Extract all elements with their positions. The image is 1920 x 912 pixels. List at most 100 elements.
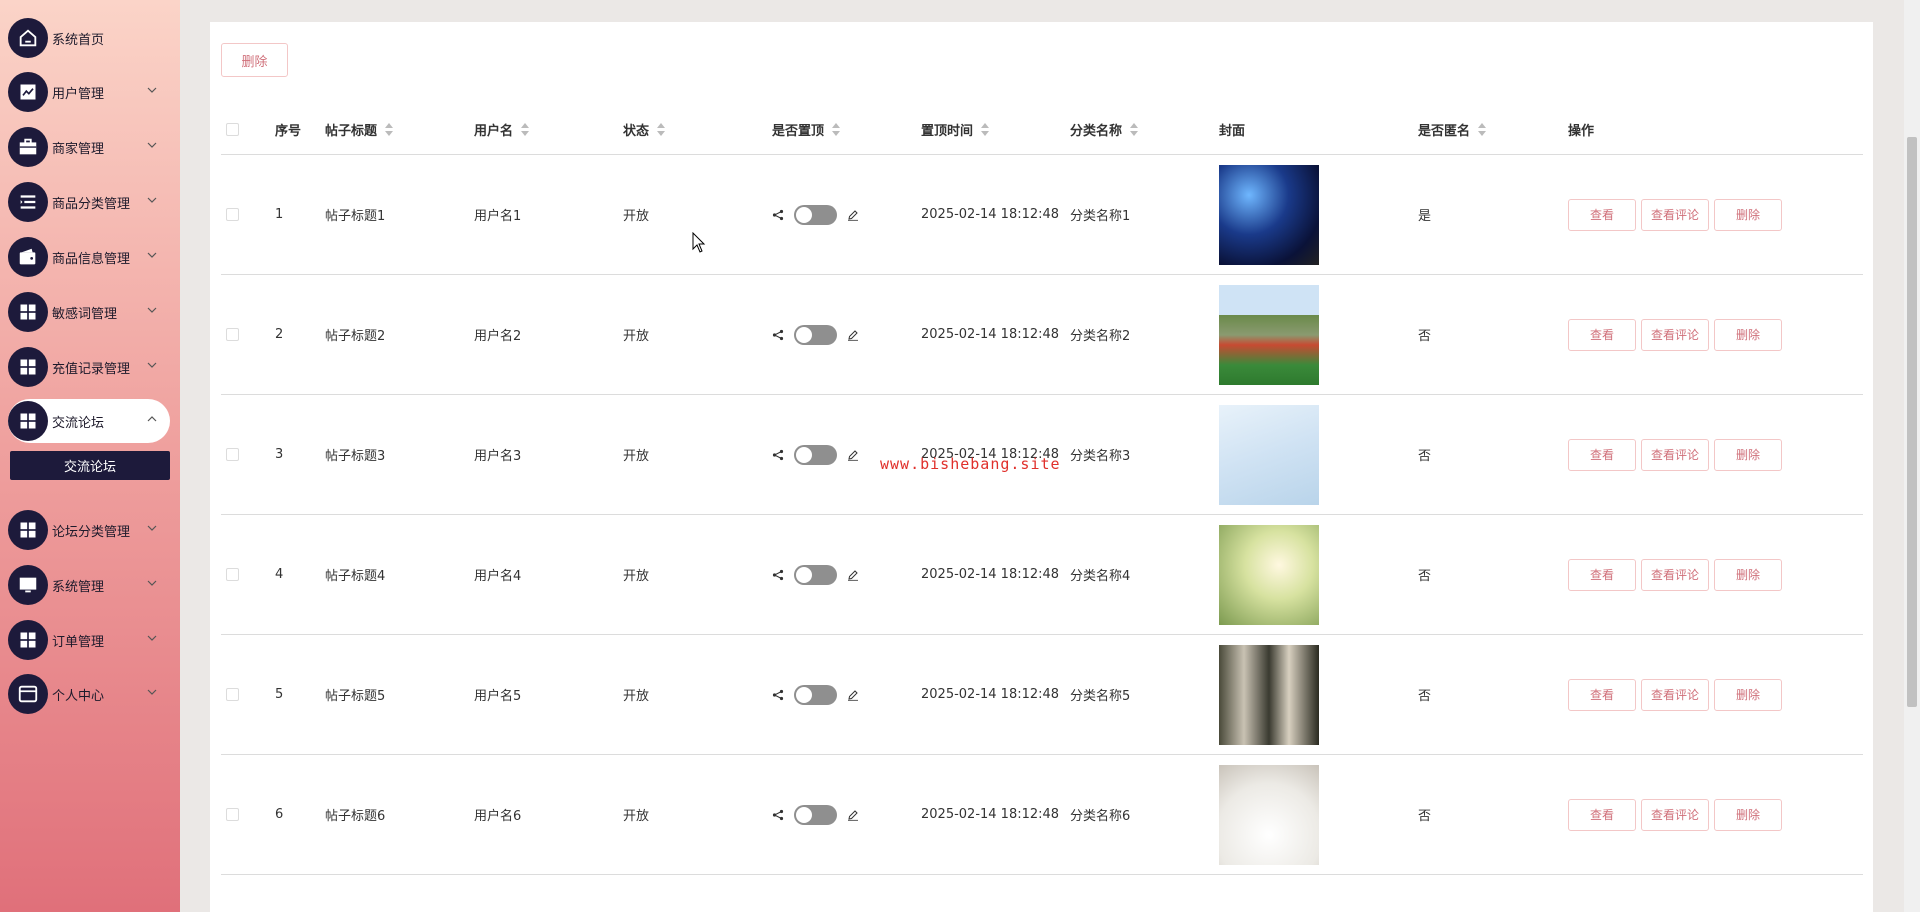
batch-delete-button[interactable]: 删除: [221, 43, 288, 77]
sort-icon[interactable]: [981, 123, 990, 136]
table-body: 1 帖子标题1 用户名1 开放 2025-02-14 18:12:48 分类名称…: [221, 155, 1863, 875]
sidebar-item-forum-category[interactable]: 论坛分类管理: [8, 508, 170, 552]
view-comments-button[interactable]: 查看评论: [1641, 678, 1709, 711]
sidebar-item-system[interactable]: 系统管理: [8, 563, 170, 607]
share-icon[interactable]: [772, 809, 784, 821]
sidebar-item-label: 订单管理: [52, 634, 105, 650]
header-category[interactable]: 分类名称: [1070, 105, 1139, 154]
table-row: 1 帖子标题1 用户名1 开放 2025-02-14 18:12:48 分类名称…: [221, 155, 1863, 275]
cell-anonymous: 否: [1418, 329, 1432, 344]
sort-icon[interactable]: [1130, 123, 1139, 136]
view-comments-button[interactable]: 查看评论: [1641, 198, 1709, 231]
cell-cover: [1219, 755, 1319, 874]
row-delete-button[interactable]: 删除: [1714, 438, 1782, 471]
vertical-scrollbar[interactable]: [1904, 0, 1920, 912]
sidebar-item-forum[interactable]: 交流论坛: [8, 399, 170, 443]
sidebar-item-product-info[interactable]: 商品信息管理: [8, 235, 170, 279]
row-checkbox[interactable]: [226, 328, 239, 341]
select-all-checkbox[interactable]: [226, 123, 239, 136]
sidebar-item-sensitive-words[interactable]: 敏感词管理: [8, 290, 170, 334]
sidebar-item-product-category[interactable]: 商品分类管理: [8, 180, 170, 224]
edit-icon[interactable]: [847, 449, 859, 461]
row-checkbox[interactable]: [226, 208, 239, 221]
view-button[interactable]: 查看: [1568, 318, 1636, 351]
sort-icon[interactable]: [657, 123, 666, 136]
pin-toggle[interactable]: [794, 204, 837, 225]
row-delete-button[interactable]: 删除: [1714, 558, 1782, 591]
cell-username: 用户名5: [474, 689, 522, 704]
scrollbar-thumb[interactable]: [1907, 137, 1917, 707]
ice-hockey-image[interactable]: [1219, 404, 1319, 505]
share-icon[interactable]: [772, 209, 784, 221]
header-title[interactable]: 帖子标题: [325, 105, 394, 154]
pin-toggle[interactable]: [794, 444, 837, 465]
row-checkbox[interactable]: [226, 448, 239, 461]
header-pin-time[interactable]: 置顶时间: [921, 105, 990, 154]
header-anonymous[interactable]: 是否匿名: [1418, 105, 1487, 154]
row-checkbox[interactable]: [226, 688, 239, 701]
running-track-image[interactable]: [1219, 284, 1319, 385]
cell-title: 帖子标题4: [325, 569, 386, 584]
share-icon[interactable]: [772, 689, 784, 701]
edit-icon[interactable]: [847, 689, 859, 701]
view-button[interactable]: 查看: [1568, 678, 1636, 711]
share-icon[interactable]: [772, 449, 784, 461]
pin-toggle[interactable]: [794, 564, 837, 585]
row-delete-button[interactable]: 删除: [1714, 318, 1782, 351]
chevron-down-icon: [147, 252, 157, 258]
share-icon[interactable]: [772, 329, 784, 341]
view-button[interactable]: 查看: [1568, 438, 1636, 471]
grid-icon: [8, 620, 48, 660]
header-pinned[interactable]: 是否置顶: [772, 105, 841, 154]
group-of-people-image[interactable]: [1219, 644, 1319, 745]
sidebar-item-users[interactable]: 用户管理: [8, 70, 170, 114]
row-delete-button[interactable]: 删除: [1714, 678, 1782, 711]
view-comments-button[interactable]: 查看评论: [1641, 318, 1709, 351]
row-checkbox[interactable]: [226, 568, 239, 581]
sidebar-subitem-forum[interactable]: 交流论坛: [10, 451, 170, 480]
view-button[interactable]: 查看: [1568, 798, 1636, 831]
view-button[interactable]: 查看: [1568, 198, 1636, 231]
cell-title: 帖子标题1: [325, 209, 386, 224]
chart-icon: [8, 72, 48, 112]
header-username[interactable]: 用户名: [474, 105, 530, 154]
cell-anonymous: 否: [1418, 569, 1432, 584]
cell-anonymous: 否: [1418, 809, 1432, 824]
forum-posts-table: 序号 帖子标题 用户名 状态 是否置顶 置顶时间 分类名称 封面 是否匿名 操作…: [221, 105, 1863, 875]
cell-category: 分类名称2: [1070, 329, 1131, 344]
view-comments-button[interactable]: 查看评论: [1641, 558, 1709, 591]
edit-icon[interactable]: [847, 329, 859, 341]
row-delete-button[interactable]: 删除: [1714, 198, 1782, 231]
edit-icon[interactable]: [847, 209, 859, 221]
table-header: 序号 帖子标题 用户名 状态 是否置顶 置顶时间 分类名称 封面 是否匿名 操作: [221, 105, 1863, 155]
sidebar-item-orders[interactable]: 订单管理: [8, 618, 170, 662]
header-status[interactable]: 状态: [623, 105, 666, 154]
sidebar-item-profile[interactable]: 个人中心: [8, 672, 170, 716]
edit-icon[interactable]: [847, 809, 859, 821]
cell-category: 分类名称5: [1070, 689, 1131, 704]
row-checkbox[interactable]: [226, 808, 239, 821]
row-delete-button[interactable]: 删除: [1714, 798, 1782, 831]
view-comments-button[interactable]: 查看评论: [1641, 798, 1709, 831]
watermark-text: www.bishebang.site: [880, 455, 1061, 473]
sort-icon[interactable]: [832, 123, 841, 136]
edit-icon[interactable]: [847, 569, 859, 581]
pin-toggle[interactable]: [794, 684, 837, 705]
view-comments-button[interactable]: 查看评论: [1641, 438, 1709, 471]
sidebar-item-merchants[interactable]: 商家管理: [8, 125, 170, 169]
cell-actions: 查看 查看评论 删除: [1568, 635, 1787, 754]
sort-icon[interactable]: [1478, 123, 1487, 136]
sort-icon[interactable]: [385, 123, 394, 136]
sidebar-item-recharge-records[interactable]: 充值记录管理: [8, 345, 170, 389]
view-button[interactable]: 查看: [1568, 558, 1636, 591]
cell-actions: 查看 查看评论 删除: [1568, 395, 1787, 514]
pin-toggle[interactable]: [794, 324, 837, 345]
starry-night-image[interactable]: [1219, 164, 1319, 265]
sidebar-item-home[interactable]: 系统首页: [8, 16, 170, 60]
sort-icon[interactable]: [521, 123, 530, 136]
cell-username: 用户名2: [474, 329, 522, 344]
coffee-cup-image[interactable]: [1219, 764, 1319, 865]
girl-in-park-image[interactable]: [1219, 524, 1319, 625]
pin-toggle[interactable]: [794, 804, 837, 825]
share-icon[interactable]: [772, 569, 784, 581]
